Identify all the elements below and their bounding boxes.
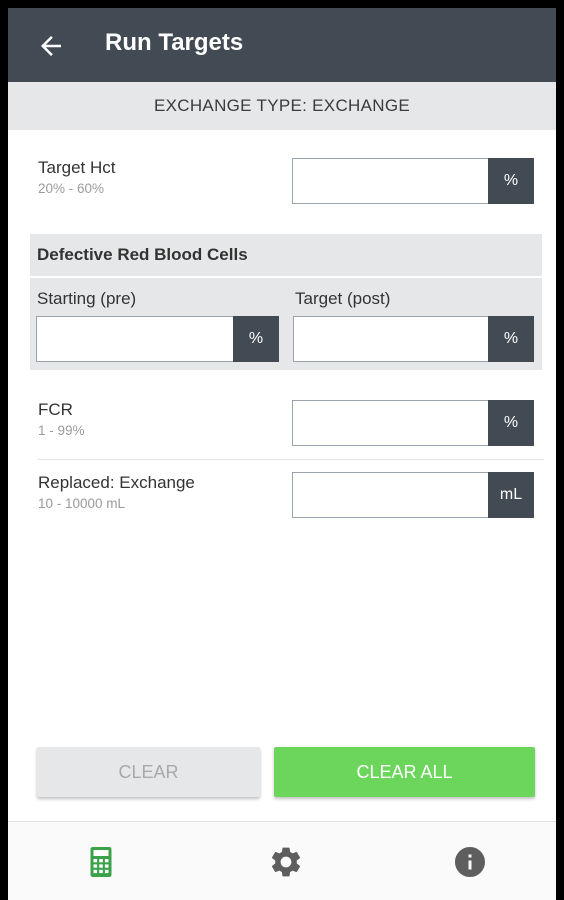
bottom-nav [8, 821, 556, 900]
starting-pre-input[interactable] [36, 316, 235, 362]
starting-pre-label: Starting (pre) [37, 289, 137, 308]
replaced-exchange-label: Replaced: Exchange [38, 473, 195, 492]
replaced-exchange-input[interactable] [292, 472, 490, 518]
fcr-input[interactable] [292, 400, 490, 446]
app-screen: Run Targets EXCHANGE TYPE: EXCHANGE Targ… [8, 8, 556, 900]
target-hct-input[interactable] [292, 158, 490, 204]
page-title: Run Targets [105, 29, 244, 56]
replaced-exchange-range: 10 - 10000 mL [38, 496, 126, 511]
replaced-exchange-unit: mL [488, 472, 534, 518]
target-post-label: Target (post) [295, 289, 391, 308]
arrow-left-icon[interactable] [36, 31, 66, 61]
target-hct-unit: % [488, 158, 534, 204]
fcr-unit: % [488, 400, 534, 446]
clear-button[interactable]: CLEAR [37, 747, 260, 797]
info-icon[interactable] [452, 844, 488, 880]
target-post-input[interactable] [293, 316, 490, 362]
target-hct-range: 20% - 60% [38, 181, 105, 196]
app-bar: Run Targets [8, 8, 556, 82]
clear-all-button[interactable]: CLEAR ALL [274, 747, 535, 797]
exchange-type-header: EXCHANGE TYPE: EXCHANGE [8, 82, 556, 130]
divider [38, 459, 544, 460]
fcr-range: 1 - 99% [38, 423, 85, 438]
defective-rbc-heading: Defective Red Blood Cells [30, 234, 542, 276]
fcr-label: FCR [38, 400, 73, 419]
calculator-icon[interactable] [83, 844, 119, 880]
target-hct-label: Target Hct [38, 158, 116, 177]
target-post-unit: % [488, 316, 534, 362]
starting-pre-unit: % [233, 316, 279, 362]
gear-icon[interactable] [268, 844, 304, 880]
